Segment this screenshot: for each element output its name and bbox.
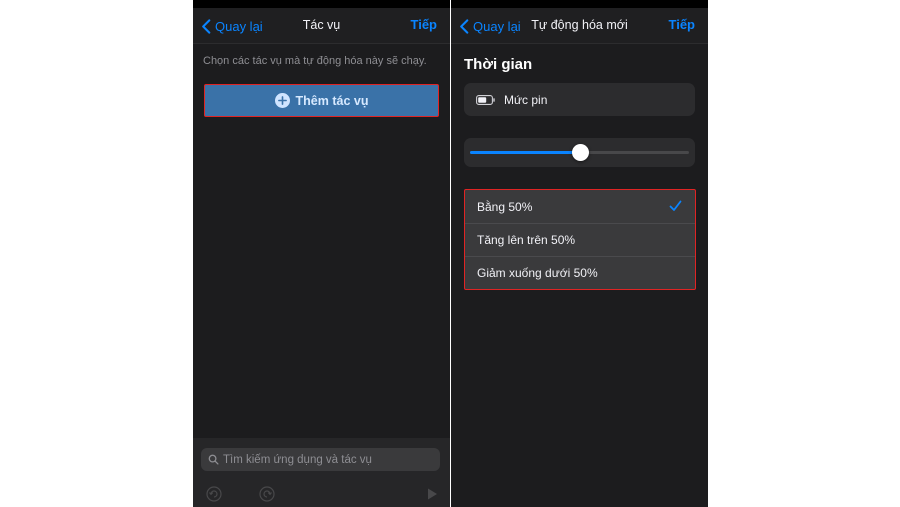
status-strip <box>451 0 708 8</box>
next-button[interactable]: Tiếp <box>411 17 438 32</box>
option-label: Bằng 50% <box>477 199 533 214</box>
chevron-left-icon <box>460 18 469 34</box>
plus-circle-icon <box>274 93 290 108</box>
status-strip <box>193 0 450 8</box>
bottom-toolbar: Tìm kiếm ứng dụng và tác vụ <box>193 438 450 507</box>
instruction-text: Chọn các tác vụ mà tự động hóa này sẽ ch… <box>203 55 427 67</box>
next-button[interactable]: Tiếp <box>669 17 696 32</box>
search-icon <box>208 454 219 465</box>
option-rises-above[interactable]: Tăng lên trên 50% <box>465 223 695 256</box>
option-falls-below[interactable]: Giảm xuống dưới 50% <box>465 256 695 289</box>
battery-icon <box>476 94 495 105</box>
back-button[interactable]: Quay lại <box>459 17 521 35</box>
battery-slider[interactable] <box>464 138 695 167</box>
new-automation-screen: Quay lại Tự động hóa mới Tiếp Thời gian … <box>451 0 708 507</box>
search-placeholder: Tìm kiếm ứng dụng và tác vụ <box>223 453 372 466</box>
actions-screen: Quay lại Tác vụ Tiếp Chọn các tác vụ mà … <box>193 0 450 507</box>
nav-bar: Quay lại Tự động hóa mới Tiếp <box>451 8 708 44</box>
slider-fill <box>470 151 580 154</box>
add-action-button[interactable]: Thêm tác vụ <box>204 84 439 117</box>
add-action-label: Thêm tác vụ <box>295 93 369 108</box>
chevron-left-icon <box>202 18 211 34</box>
section-title: Thời gian <box>464 56 533 73</box>
option-label: Tăng lên trên 50% <box>477 233 576 247</box>
back-label: Quay lại <box>215 18 263 34</box>
checkmark-icon <box>669 200 682 211</box>
redo-icon[interactable] <box>259 486 275 502</box>
condition-options: Bằng 50% Tăng lên trên 50% Giảm xuống dư… <box>464 189 696 290</box>
search-input[interactable]: Tìm kiếm ứng dụng và tác vụ <box>201 448 440 471</box>
slider-track[interactable] <box>470 144 689 161</box>
option-label: Giảm xuống dưới 50% <box>477 266 598 280</box>
battery-level-label: Mức pin <box>504 92 548 107</box>
back-label: Quay lại <box>473 18 521 34</box>
slider-thumb[interactable] <box>571 144 589 161</box>
battery-level-row[interactable]: Mức pin <box>464 83 695 116</box>
option-equal[interactable]: Bằng 50% <box>465 190 695 223</box>
back-button[interactable]: Quay lại <box>201 17 263 35</box>
undo-icon[interactable] <box>206 486 222 502</box>
nav-bar: Quay lại Tác vụ Tiếp <box>193 8 450 44</box>
play-icon[interactable] <box>424 486 440 502</box>
